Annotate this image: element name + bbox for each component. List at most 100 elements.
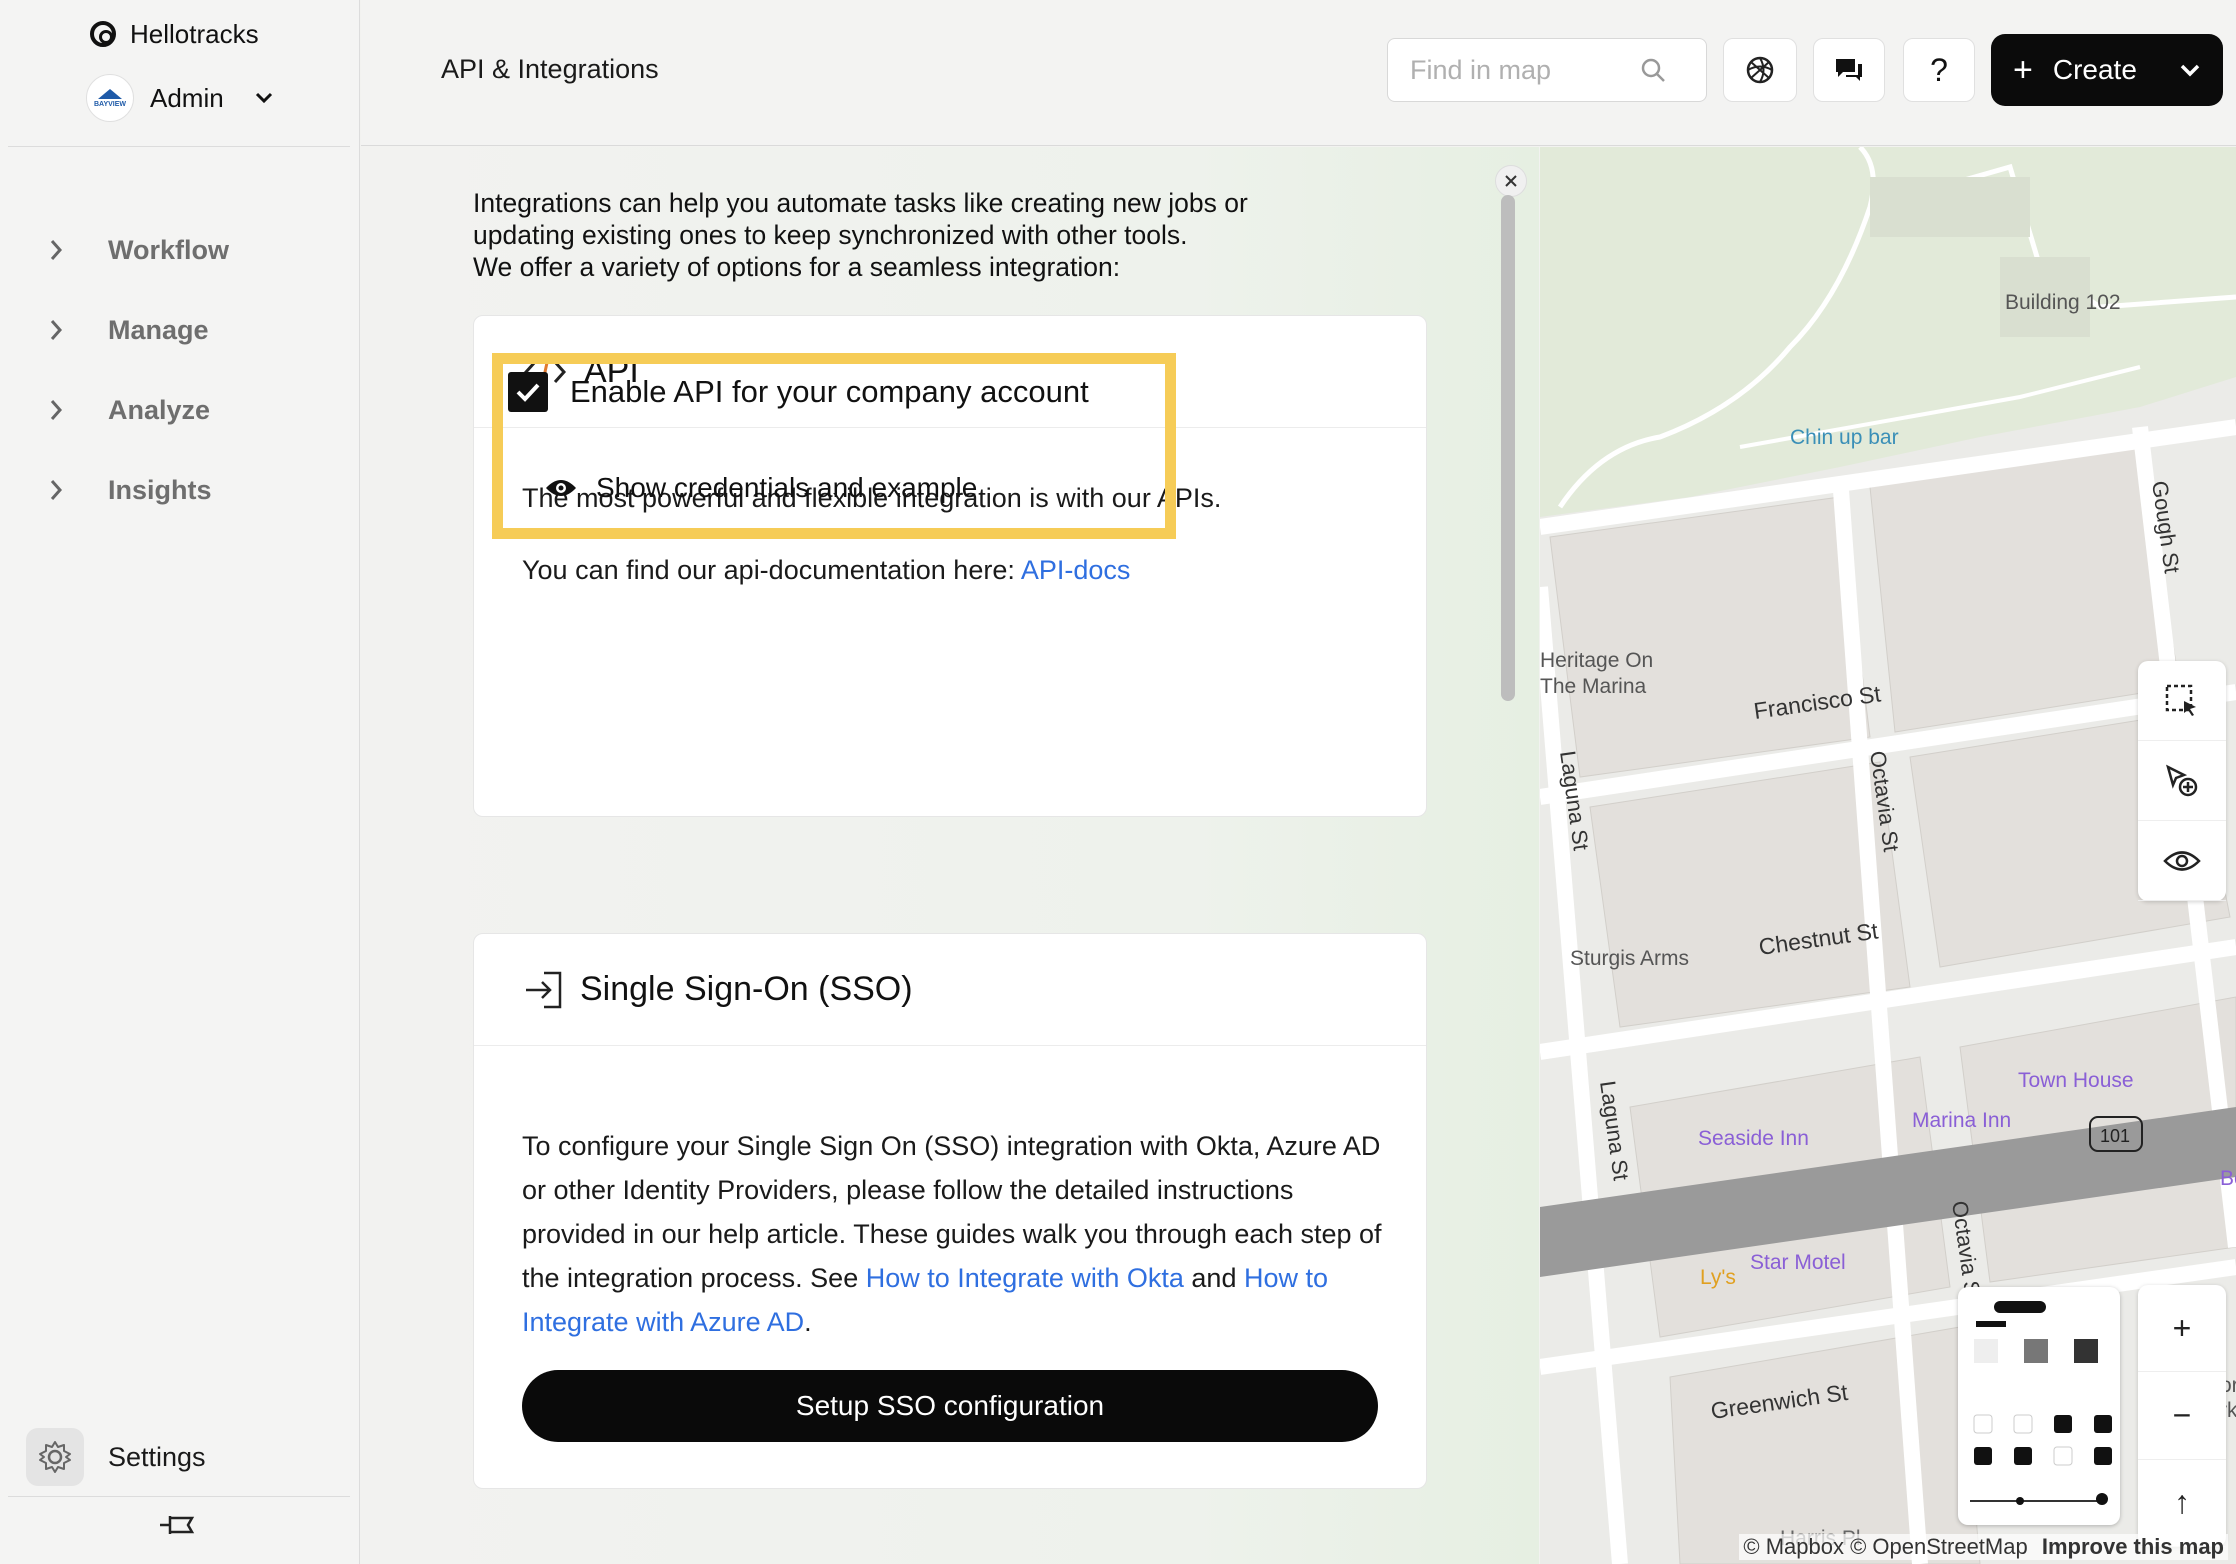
sso-title: Single Sign-On (SSO) <box>580 970 913 1008</box>
show-credentials-label: Show credentials and example <box>596 472 978 503</box>
brand[interactable]: Hellotracks <box>90 16 259 52</box>
map-label: Town House <box>2018 1069 2134 1092</box>
map-label: The Marina <box>1540 675 1647 698</box>
chat-button[interactable] <box>1813 38 1885 102</box>
eye-icon <box>546 480 576 496</box>
sidebar-item-manage[interactable]: Manage <box>40 290 229 370</box>
sidebar-item-analyze[interactable]: Analyze <box>40 370 229 450</box>
sidebar-divider <box>8 1496 350 1497</box>
api-docs-line: You can find our api-documentation here:… <box>522 548 1130 592</box>
sso-card-body: To configure your Single Sign On (SSO) i… <box>474 1046 1426 1442</box>
ai-assistant-icon <box>1746 56 1774 84</box>
sso-and: and <box>1191 1263 1237 1293</box>
sidebar: Hellotracks BAYVIEW Admin Workflow Manag… <box>0 0 360 1564</box>
brand-name: Hellotracks <box>130 18 259 49</box>
enable-api-checkbox[interactable]: Enable API for your company account <box>508 372 1089 412</box>
map-label: Bo <box>2220 1167 2236 1190</box>
sidebar-item-label: Insights <box>108 474 212 505</box>
improve-map-link[interactable]: Improve this map <box>2042 1534 2224 1559</box>
close-panel-button[interactable] <box>1495 165 1527 197</box>
map-attribution: © Mapbox © OpenStreetMap Improve this ma… <box>1739 1534 2228 1560</box>
sidebar-item-label: Manage <box>108 314 209 345</box>
integrations-panel: Integrations can help you automate tasks… <box>361 147 1539 1564</box>
api-docs-text: You can find our api-documentation here: <box>522 555 1015 585</box>
sign-in-icon <box>526 971 562 1008</box>
map-label: Marina Inn <box>1912 1109 2011 1132</box>
map-view[interactable]: Building 102 Chin up bar Heritage On The… <box>1540 147 2236 1564</box>
plus-icon: + <box>2013 50 2033 89</box>
sidebar-item-label: Analyze <box>108 394 211 425</box>
highway-shield: 101 <box>2100 1126 2130 1146</box>
sidebar-item-insights[interactable]: Insights <box>40 450 229 530</box>
settings-label: Settings <box>108 1441 206 1472</box>
create-label: Create <box>2052 54 2137 85</box>
chevron-right-icon <box>50 480 63 500</box>
sso-card: Single Sign-On (SSO) To configure your S… <box>473 933 1427 1489</box>
chevron-right-icon <box>50 320 63 340</box>
hellotracks-logo-icon <box>90 21 116 47</box>
pointer-plus-icon <box>2166 764 2198 796</box>
checkbox-checked-icon <box>508 372 548 412</box>
top-header: API & Integrations ? + Create <box>361 0 2236 146</box>
sidebar-divider <box>8 146 350 147</box>
api-docs-link[interactable]: API-docs <box>1021 555 1131 585</box>
sidebar-item-workflow[interactable]: Workflow <box>40 210 229 290</box>
enable-api-label: Enable API for your company account <box>570 374 1089 409</box>
sso-period: . <box>804 1307 812 1337</box>
search-icon <box>1641 58 1665 82</box>
map-layers-button[interactable] <box>1958 1287 2120 1525</box>
zoom-in-button[interactable]: + <box>2138 1285 2226 1373</box>
add-place-button[interactable] <box>2138 741 2226 821</box>
account-name: Admin <box>150 82 224 113</box>
account-switcher[interactable]: BAYVIEW Admin <box>86 74 274 122</box>
okta-link[interactable]: How to Integrate with Okta <box>866 1263 1184 1293</box>
close-icon <box>1505 175 1517 187</box>
api-card-body: The most powerful and flexible integrati… <box>474 353 1426 816</box>
intro-line: We offer a variety of options for a seam… <box>473 252 1121 282</box>
sidebar-item-settings[interactable]: Settings <box>26 1428 206 1486</box>
house-icon <box>98 88 122 99</box>
intro-text: Integrations can help you automate tasks… <box>473 187 1373 283</box>
avatar-text: BAYVIEW <box>93 100 127 108</box>
chevron-down-icon <box>255 92 272 104</box>
map-label: Seaside Inn <box>1698 1127 1809 1150</box>
avatar: BAYVIEW <box>86 74 134 122</box>
api-card: API The most powerful and flexible integ… <box>473 315 1427 817</box>
chevron-right-icon <box>50 400 63 420</box>
select-area-icon <box>2165 684 2196 716</box>
chevron-right-icon <box>50 240 63 260</box>
zoom-out-button[interactable]: − <box>2138 1372 2226 1460</box>
map-tool-panel <box>2138 661 2226 901</box>
gear-icon <box>26 1428 84 1486</box>
sidebar-item-label: Workflow <box>108 234 229 265</box>
chat-icon <box>1836 59 1862 81</box>
pin-sidebar-icon[interactable] <box>158 1510 198 1545</box>
ai-assistant-button[interactable] <box>1723 38 1797 102</box>
map-label: Ly's <box>1700 1266 1736 1289</box>
eye-icon <box>2163 850 2201 871</box>
intro-line: Integrations can help you automate tasks… <box>473 188 1248 218</box>
sso-card-header: Single Sign-On (SSO) <box>474 934 1426 1046</box>
map-label: Heritage On <box>1540 649 1653 672</box>
sidebar-nav: Workflow Manage Analyze Insights <box>40 210 229 530</box>
scrollbar[interactable] <box>1501 195 1515 701</box>
create-button[interactable]: + Create <box>1991 34 2223 106</box>
show-credentials-button[interactable]: Show credentials and example <box>544 472 977 504</box>
layers-preview-icon <box>1970 1301 2112 1505</box>
building <box>1870 177 2030 237</box>
sso-description: To configure your Single Sign On (SSO) i… <box>522 1124 1382 1344</box>
search-input[interactable] <box>1410 54 1640 86</box>
map-search[interactable] <box>1387 38 1707 102</box>
attribution-text: © Mapbox © OpenStreetMap <box>1743 1534 2028 1559</box>
zoom-controls: + − ↑ <box>2138 1285 2226 1547</box>
select-area-button[interactable] <box>2138 661 2226 741</box>
map-label: Chin up bar <box>1790 426 1899 449</box>
map-label: Building 102 <box>2005 291 2121 314</box>
map-label: Star Motel <box>1750 1251 1846 1274</box>
map-canvas[interactable]: Building 102 Chin up bar Heritage On The… <box>1540 147 2236 1564</box>
setup-sso-button[interactable]: Setup SSO configuration <box>522 1370 1378 1442</box>
page-title: API & Integrations <box>441 54 659 84</box>
visibility-button[interactable] <box>2138 821 2226 901</box>
help-button[interactable]: ? <box>1903 38 1975 102</box>
map-label: Sturgis Arms <box>1570 947 1689 970</box>
